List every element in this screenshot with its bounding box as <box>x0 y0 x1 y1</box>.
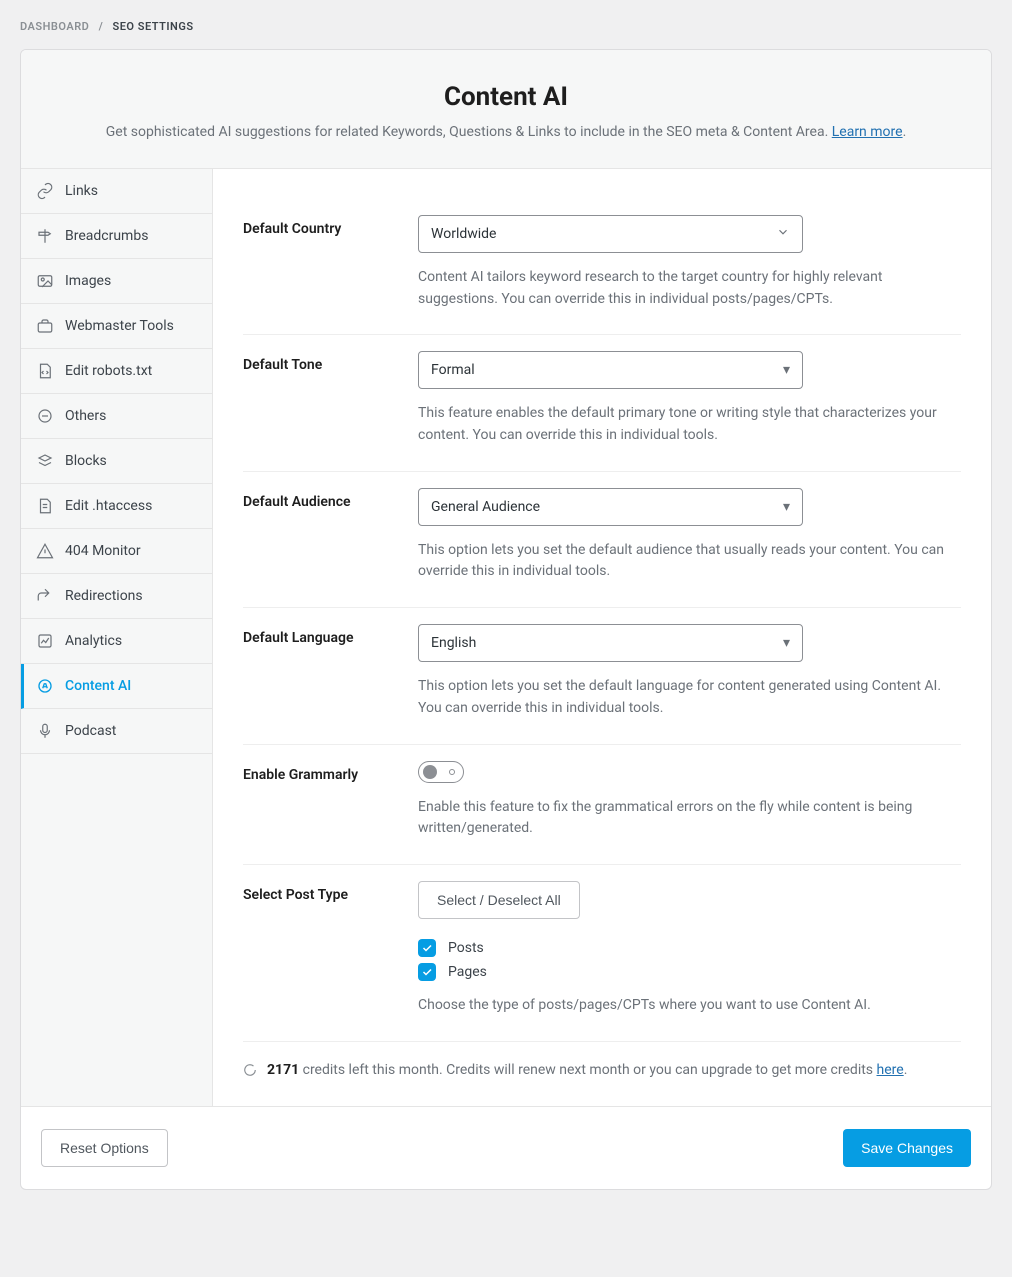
blocks-icon <box>35 451 55 471</box>
credits-upgrade-link[interactable]: here <box>877 1062 904 1078</box>
default-language-select[interactable]: English ▾ <box>418 624 803 662</box>
sidebar-item-404[interactable]: 404 Monitor <box>21 529 212 574</box>
sidebar-item-label: Podcast <box>65 723 116 739</box>
panel-footer: Reset Options Save Changes <box>21 1106 991 1189</box>
learn-more-link[interactable]: Learn more <box>832 124 903 140</box>
sidebar-item-podcast[interactable]: Podcast <box>21 709 212 754</box>
reset-options-button[interactable]: Reset Options <box>41 1129 168 1167</box>
checkbox-checked-icon <box>418 963 436 981</box>
sidebar-item-blocks[interactable]: Blocks <box>21 439 212 484</box>
page-title: Content AI <box>41 82 971 112</box>
sidebar-item-label: Images <box>65 273 111 289</box>
sidebar-item-label: Edit robots.txt <box>65 363 152 379</box>
grammarly-toggle[interactable] <box>418 761 464 783</box>
field-description: Choose the type of posts/pages/CPTs wher… <box>418 995 961 1017</box>
file-icon <box>35 496 55 516</box>
breadcrumb-dashboard[interactable]: DASHBOARD <box>20 20 89 33</box>
sidebar-item-label: Content AI <box>65 678 131 694</box>
sidebar-item-label: Links <box>65 183 98 199</box>
field-default-country: Default Country Worldwide Content AI tai… <box>243 199 961 335</box>
image-icon <box>35 271 55 291</box>
file-code-icon <box>35 361 55 381</box>
credits-count: 2171 <box>267 1062 299 1078</box>
sidebar-item-label: Blocks <box>65 453 107 469</box>
checkbox-checked-icon <box>418 939 436 957</box>
post-type-label: Pages <box>448 964 487 980</box>
sidebar-item-htaccess[interactable]: Edit .htaccess <box>21 484 212 529</box>
chart-icon <box>35 631 55 651</box>
sidebar-item-links[interactable]: Links <box>21 169 212 214</box>
ai-icon <box>35 676 55 696</box>
sidebar-item-label: Analytics <box>65 633 122 649</box>
post-type-posts[interactable]: Posts <box>418 939 961 957</box>
default-tone-select[interactable]: Formal ▾ <box>418 351 803 389</box>
link-icon <box>35 181 55 201</box>
field-label: Default Audience <box>243 488 418 510</box>
redirect-icon <box>35 586 55 606</box>
warning-icon <box>35 541 55 561</box>
refresh-icon <box>243 1063 257 1077</box>
caret-down-icon: ▾ <box>783 499 790 515</box>
field-description: Enable this feature to fix the grammatic… <box>418 797 961 840</box>
sidebar-item-label: Edit .htaccess <box>65 498 152 514</box>
sidebar-item-content-ai[interactable]: Content AI <box>21 664 212 709</box>
signpost-icon <box>35 226 55 246</box>
page-description: Get sophisticated AI suggestions for rel… <box>41 124 971 140</box>
field-label: Default Country <box>243 215 418 237</box>
field-label: Default Tone <box>243 351 418 373</box>
caret-down-icon: ▾ <box>783 362 790 378</box>
field-description: Content AI tailors keyword research to t… <box>418 267 961 310</box>
sidebar-item-label: 404 Monitor <box>65 543 141 559</box>
sidebar-item-label: Webmaster Tools <box>65 318 174 334</box>
sidebar-item-analytics[interactable]: Analytics <box>21 619 212 664</box>
settings-main: Default Country Worldwide Content AI tai… <box>213 169 991 1106</box>
mic-icon <box>35 721 55 741</box>
field-enable-grammarly: Enable Grammarly Enable this feature to … <box>243 745 961 865</box>
field-label: Select Post Type <box>243 881 418 903</box>
default-country-select[interactable]: Worldwide <box>418 215 803 253</box>
caret-down-icon: ▾ <box>783 635 790 651</box>
field-label: Enable Grammarly <box>243 761 418 783</box>
sidebar-item-robots[interactable]: Edit robots.txt <box>21 349 212 394</box>
panel-header: Content AI Get sophisticated AI suggesti… <box>21 50 991 169</box>
sidebar-item-label: Breadcrumbs <box>65 228 148 244</box>
breadcrumb-current: SEO SETTINGS <box>113 20 194 33</box>
breadcrumb: DASHBOARD / SEO SETTINGS <box>20 20 992 33</box>
field-default-audience: Default Audience General Audience ▾ This… <box>243 472 961 608</box>
settings-sidebar: Links Breadcrumbs Images Webmaster Tools <box>21 169 213 1106</box>
field-select-post-type: Select Post Type Select / Deselect All P… <box>243 865 961 1041</box>
save-changes-button[interactable]: Save Changes <box>843 1129 971 1167</box>
sidebar-item-label: Redirections <box>65 588 143 604</box>
circle-icon <box>35 406 55 426</box>
default-audience-select[interactable]: General Audience ▾ <box>418 488 803 526</box>
sidebar-item-redirections[interactable]: Redirections <box>21 574 212 619</box>
chevron-down-icon <box>776 225 790 243</box>
toolbox-icon <box>35 316 55 336</box>
field-label: Default Language <box>243 624 418 646</box>
sidebar-item-images[interactable]: Images <box>21 259 212 304</box>
field-default-tone: Default Tone Formal ▾ This feature enabl… <box>243 335 961 471</box>
settings-panel: Content AI Get sophisticated AI suggesti… <box>20 49 992 1190</box>
field-description: This option lets you set the default lan… <box>418 676 961 719</box>
breadcrumb-separator: / <box>99 20 104 33</box>
sidebar-item-breadcrumbs[interactable]: Breadcrumbs <box>21 214 212 259</box>
field-description: This feature enables the default primary… <box>418 403 961 446</box>
sidebar-item-webmaster[interactable]: Webmaster Tools <box>21 304 212 349</box>
field-default-language: Default Language English ▾ This option l… <box>243 608 961 744</box>
post-type-pages[interactable]: Pages <box>418 963 961 981</box>
sidebar-item-label: Others <box>65 408 106 424</box>
select-deselect-all-button[interactable]: Select / Deselect All <box>418 881 580 919</box>
field-description: This option lets you set the default aud… <box>418 540 961 583</box>
sidebar-item-others[interactable]: Others <box>21 394 212 439</box>
post-type-label: Posts <box>448 940 484 956</box>
credits-status: 2171 credits left this month. Credits wi… <box>243 1041 961 1106</box>
